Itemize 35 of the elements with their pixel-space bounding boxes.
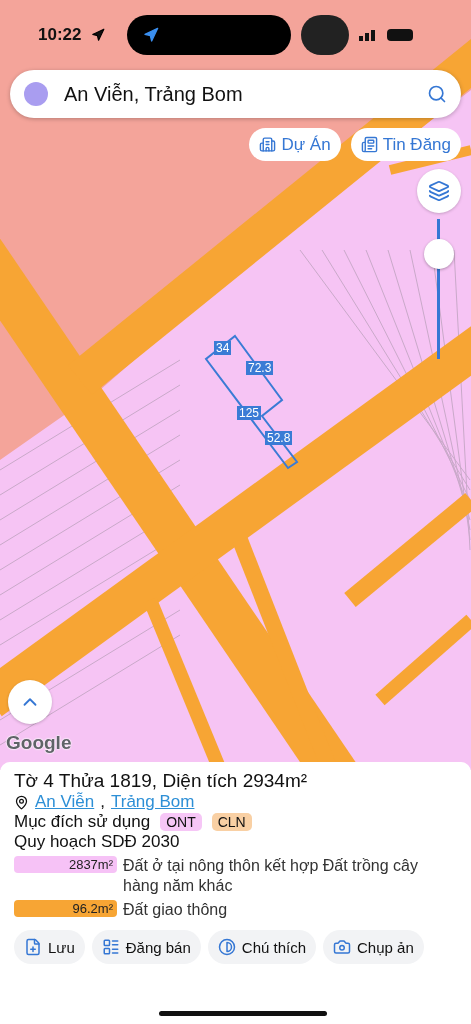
location-arrow-icon (91, 28, 106, 42)
action-button[interactable]: Đăng bán (91, 930, 201, 964)
edge-length-label: 34 (214, 341, 232, 355)
filter-chip[interactable]: Dự Án (249, 128, 341, 161)
land-use-description: Đất giao thông (123, 900, 229, 920)
action-button[interactable]: Lưu (14, 930, 85, 964)
layers-icon (428, 180, 450, 202)
file-add-icon (24, 938, 42, 956)
action-button[interactable]: Chụp ản (323, 930, 424, 964)
usage-label: Mục đích sử dụng (14, 812, 151, 832)
camera-icon (333, 938, 351, 956)
area-swatch: 2837m² (14, 856, 117, 873)
plan-title: Quy hoạch SDĐ 2030 (14, 832, 181, 852)
search-icon (427, 84, 447, 104)
edge-length-label: 125 (237, 406, 262, 420)
navigation-icon (143, 27, 160, 43)
contrast-icon (217, 938, 236, 956)
usage-tag: ONT (160, 813, 202, 831)
land-use-description: Đất ở tại nông thôn kết hợp Đất trồng cây hàng năm khác (123, 856, 419, 896)
filter-chip[interactable]: Tin Đăng (350, 128, 461, 161)
avatar-icon (24, 82, 48, 106)
edge-length-label: 72.3 (246, 361, 274, 375)
layout-icon (101, 938, 120, 956)
action-button[interactable]: Chú thích (207, 930, 316, 964)
edge-length-label: 52.8 (265, 431, 293, 445)
area-swatch: 96.2m² (14, 900, 117, 917)
status-time: 10:22 (38, 25, 82, 45)
separator: , (100, 792, 105, 812)
map-attribution: Google (6, 732, 72, 754)
location-pin-icon (14, 794, 29, 810)
location-link[interactable]: An Viễn (35, 792, 95, 812)
usage-tag: CLN (211, 813, 252, 831)
search-field[interactable]: An Viễn, Trảng Bom (10, 70, 461, 118)
location-link[interactable]: Trảng Bom (110, 792, 195, 812)
parcel-title: Tờ 4 Thửa 1819, Diện tích 2934m² (14, 770, 309, 792)
